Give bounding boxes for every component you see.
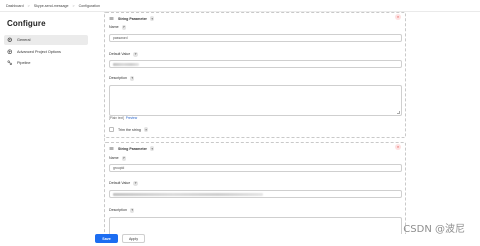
trim-string-checkbox[interactable] [109,127,114,132]
description-textarea[interactable] [109,217,402,234]
main-content[interactable]: String Parameter ? × Name ? password Def… [104,12,410,234]
default-value-label-text: Default Value [109,52,131,57]
description-label-text: Description [109,76,127,81]
parameter-header: String Parameter ? [109,145,155,152]
breadcrumb-configuration: Configuration [78,3,100,8]
redacted-value [113,193,263,196]
apply-button[interactable]: Apply [122,234,145,243]
description-label: Description ? [109,208,135,213]
help-icon[interactable]: ? [133,181,138,186]
help-icon[interactable]: ? [129,208,135,213]
sidebar: Configure General Advanced Project Optio… [0,12,92,246]
name-label-text: Name [109,156,119,161]
trim-string-row: Trim the string ? [109,127,149,132]
delete-parameter-button[interactable]: × [395,14,401,20]
name-input-value: password [113,36,128,40]
help-icon[interactable]: ? [133,52,138,57]
sidebar-item-advanced-project-options[interactable]: Advanced Project Options [4,47,88,57]
breadcrumb-project[interactable]: Skype-send-message [34,4,69,8]
help-icon[interactable]: ? [149,16,155,21]
help-icon[interactable]: ? [129,76,135,81]
sidebar-item-general[interactable]: General [4,35,88,45]
name-input[interactable]: groupid [109,164,402,172]
configure-page: Dashboard > Skype-send-message > Configu… [0,0,480,246]
save-button[interactable]: Save [95,234,118,243]
page-title: Configure [7,19,46,28]
parameter-type-label: String Parameter [118,16,147,21]
sidebar-item-label: Pipeline [17,61,31,65]
default-value-label: Default Value ? [109,181,138,186]
breadcrumb: Dashboard > Skype-send-message > Configu… [0,0,480,12]
default-value-input[interactable] [109,190,402,198]
sidebar-item-pipeline[interactable]: Pipeline [4,58,88,68]
help-icon[interactable]: ? [149,146,155,151]
description-label: Description ? [109,76,135,81]
name-input-value: groupid [113,166,125,170]
string-parameter-card: String Parameter ? × Name ? password Def… [104,12,406,138]
name-field-label: Name ? [109,156,127,161]
format-note: [Plain text] Preview [109,116,137,120]
breadcrumb-separator: > [27,3,30,8]
pipeline-icon [7,60,13,66]
format-note-text: [Plain text] [109,116,124,120]
help-icon[interactable]: ? [121,25,127,30]
name-label-text: Name [109,25,119,30]
sidebar-item-label: Advanced Project Options [17,49,61,54]
string-parameter-card: String Parameter ? × Name ? groupid Defa… [104,142,406,234]
description-textarea[interactable] [109,85,402,116]
redacted-value [113,63,139,66]
default-value-input[interactable] [109,60,402,68]
resize-handle-icon[interactable] [397,111,400,114]
watermark: CSDN @波尼 [403,224,465,235]
help-icon[interactable]: ? [143,127,149,132]
parameter-type-label: String Parameter [118,146,147,151]
default-value-label-text: Default Value [109,181,131,186]
gear-icon [7,37,13,43]
drag-handle-icon[interactable] [109,16,114,21]
sidebar-item-label: General [17,38,31,42]
help-icon[interactable]: ? [121,156,127,161]
breadcrumb-dashboard[interactable]: Dashboard [6,4,24,8]
action-bar: Save Apply [92,234,480,246]
default-value-label: Default Value ? [109,52,138,57]
sidebar-nav: General Advanced Project Options Pipelin… [4,35,88,70]
trim-string-label: Trim the string [118,127,141,132]
parameter-header: String Parameter ? [109,15,155,22]
preview-link[interactable]: Preview [126,116,137,120]
description-label-text: Description [109,208,127,213]
name-field-label: Name ? [109,25,127,30]
breadcrumb-separator: > [72,3,75,8]
name-input[interactable]: password [109,34,402,42]
delete-parameter-button[interactable]: × [395,144,401,150]
drag-handle-icon[interactable] [109,146,114,151]
advanced-options-icon [7,49,13,55]
